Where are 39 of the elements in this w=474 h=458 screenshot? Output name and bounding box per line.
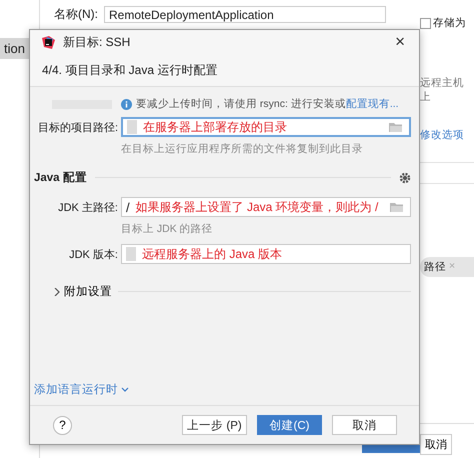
name-label: 名称(N): — [54, 6, 98, 23]
create-button[interactable]: 创建(C) — [257, 415, 322, 435]
annotation-text: 远程服务器上的 Java 版本 — [142, 246, 284, 262]
help-button[interactable]: ? — [53, 416, 72, 434]
field-label: JDK 版本: — [68, 248, 118, 262]
dialog-button[interactable]: 取消 — [332, 415, 397, 435]
field-label: JDK 主路径: — [57, 200, 118, 214]
hint-text: 在目标上运行应用程序所需的文件将复制到此目录 — [121, 142, 364, 156]
close-button[interactable]: × — [393, 32, 407, 52]
dialog-button[interactable]: 上一步 (P) — [182, 415, 247, 435]
input-field[interactable]: 在服务器上部署存放的目录 — [121, 117, 411, 137]
add-runtime-link[interactable]: 添加语言运行时 — [34, 382, 129, 397]
field-value: / — [126, 200, 130, 214]
checkbox[interactable] — [420, 18, 431, 28]
option-text: 远程主机上 — [420, 76, 465, 104]
section-heading: Java 配置 — [34, 170, 87, 185]
hint-text: 目标上 JDK 的路径 — [121, 222, 214, 236]
input-field[interactable]: 远程服务器上的 Java 版本 — [121, 244, 411, 264]
input-field[interactable]: / 如果服务器上设置了 Java 环境变量，则此为 / — [121, 197, 411, 217]
name-field[interactable]: RemoteDeploymentApplication — [104, 6, 386, 23]
folder-icon[interactable] — [389, 122, 403, 132]
step-heading: 4/4. 项目目录和 Java 运行时配置 — [30, 54, 419, 87]
checkbox-label: 存储为 — [433, 16, 466, 30]
modify-options-link[interactable]: 修改选项 — [420, 128, 474, 142]
dialog-title: 新目标: SSH — [63, 34, 132, 50]
info-text: 要减少上传时间，请使用 rsync: 进行安装或配置现有... — [136, 97, 399, 111]
annotation-text: 如果服务器上设置了 Java 环境变量，则此为 / — [136, 198, 380, 216]
chevron-icon — [53, 288, 60, 296]
field-label: 目标的项目路径: — [36, 120, 118, 134]
folder-icon[interactable] — [390, 202, 404, 212]
info-icon — [121, 98, 132, 110]
cancel-button[interactable]: 取消 — [420, 434, 452, 454]
configure-link[interactable]: 配置现有... — [346, 98, 399, 110]
app-logo-icon — [42, 36, 55, 48]
advanced-settings-toggle[interactable]: 附加设置 — [53, 284, 112, 299]
annotation-text: 在服务器上部署存放的目录 — [143, 118, 288, 136]
settings-icon[interactable] — [399, 172, 411, 184]
chevron-icon — [121, 386, 129, 392]
tag-chip[interactable]: 路径 × — [420, 257, 474, 277]
